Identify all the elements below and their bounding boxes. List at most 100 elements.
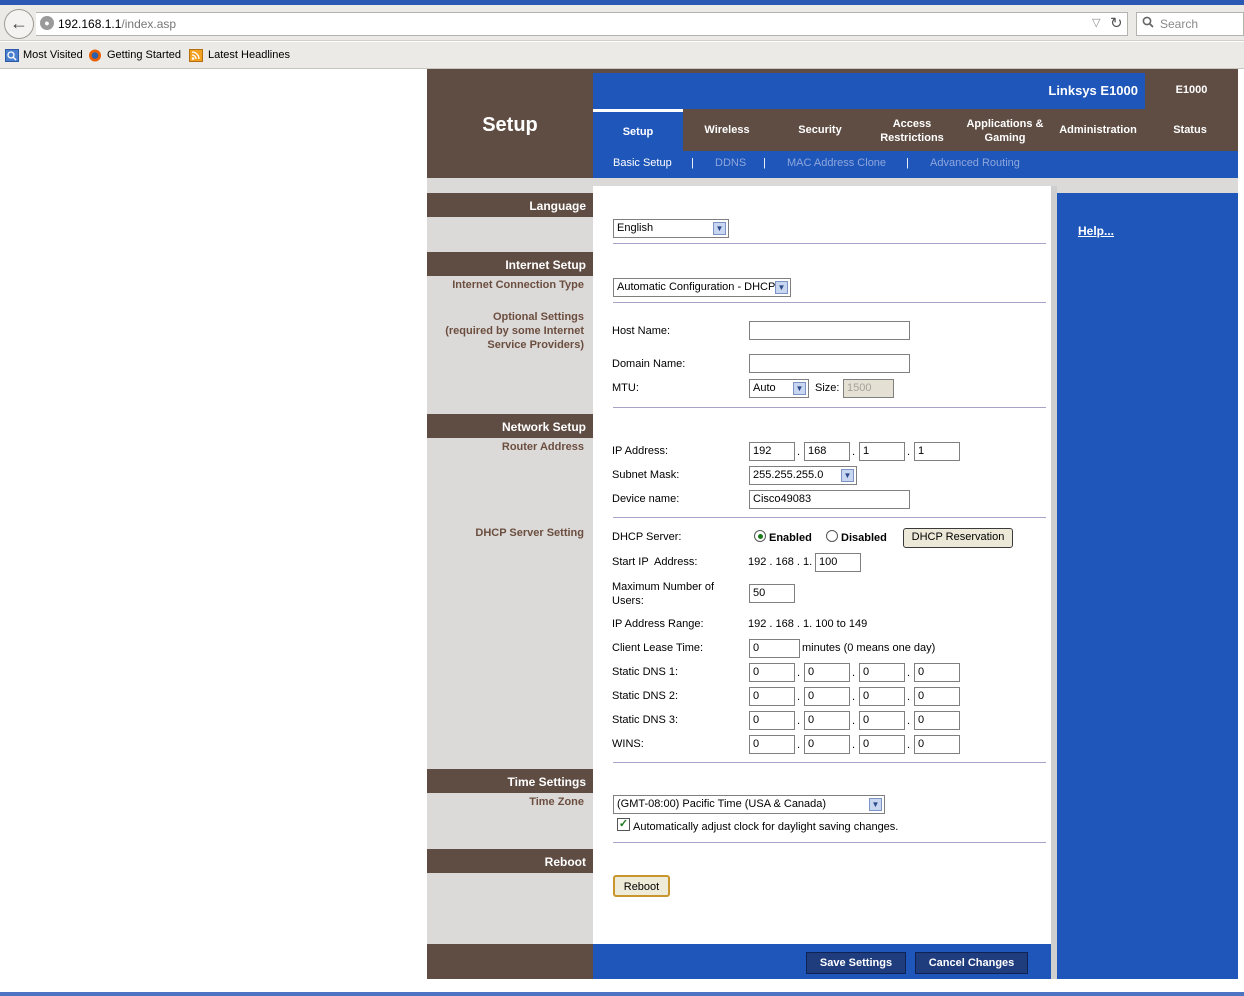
dot-separator: . xyxy=(797,691,801,703)
rss-feed-icon xyxy=(189,49,203,62)
subtab-separator: | xyxy=(763,157,766,169)
tab-security[interactable]: Security xyxy=(773,124,867,136)
url-history-dropdown-icon[interactable]: ▽ xyxy=(1092,16,1100,29)
start-ip-label: Start IP Address: xyxy=(612,556,698,568)
dot-separator: . xyxy=(852,739,856,751)
dns1-octet-4[interactable]: 0 xyxy=(914,663,960,682)
dns1-octet-1[interactable]: 0 xyxy=(749,663,795,682)
tab-setup[interactable]: Setup xyxy=(593,126,683,138)
tab-status[interactable]: Status xyxy=(1145,124,1235,136)
chevron-down-icon: ▼ xyxy=(869,798,882,811)
lease-time-input[interactable]: 0 xyxy=(749,639,800,658)
mtu-label: MTU: xyxy=(612,382,639,394)
bookmark-getting-started[interactable]: Getting Started xyxy=(107,49,181,61)
mtu-size-input: 1500 xyxy=(843,379,894,398)
site-identity-icon[interactable]: ● xyxy=(40,16,54,30)
mtu-select[interactable]: Auto ▼ xyxy=(749,379,809,398)
subtab-basic-setup[interactable]: Basic Setup xyxy=(613,157,672,169)
tab-administration[interactable]: Administration xyxy=(1053,124,1143,136)
dns2-octet-2[interactable]: 0 xyxy=(804,687,850,706)
timezone-value: (GMT-08:00) Pacific Time (USA & Canada) xyxy=(617,798,827,810)
dns3-octet-4[interactable]: 0 xyxy=(914,711,960,730)
language-select[interactable]: English ▼ xyxy=(613,219,729,238)
help-link[interactable]: Help... xyxy=(1078,224,1114,238)
subnet-mask-select[interactable]: 255.255.255.0 ▼ xyxy=(749,466,857,485)
wins-octet-3[interactable]: 0 xyxy=(859,735,905,754)
url-path: /index.asp xyxy=(121,17,177,31)
bookmark-latest-headlines[interactable]: Latest Headlines xyxy=(208,49,290,61)
subtab-mac-address-clone[interactable]: MAC Address Clone xyxy=(787,157,886,169)
dhcp-enabled-radio[interactable] xyxy=(754,530,766,542)
timezone-select[interactable]: (GMT-08:00) Pacific Time (USA & Canada) ▼ xyxy=(613,795,885,814)
domain-name-label: Domain Name: xyxy=(612,358,686,370)
back-button[interactable]: ← xyxy=(4,9,34,39)
section-title-language: Language xyxy=(529,199,586,213)
dot-separator: . xyxy=(907,715,911,727)
subnet-mask-value: 255.255.255.0 xyxy=(753,469,824,481)
wins-label: WINS: xyxy=(612,738,644,750)
dns2-octet-3[interactable]: 0 xyxy=(859,687,905,706)
ip-octet-3[interactable]: 1 xyxy=(859,442,905,461)
label-router-address: Router Address xyxy=(501,441,584,453)
tab-access-restrictions[interactable]: Access Restrictions xyxy=(867,117,957,145)
ip-address-label: IP Address: xyxy=(612,445,669,457)
wins-octet-4[interactable]: 0 xyxy=(914,735,960,754)
reload-icon[interactable]: ↻ xyxy=(1110,14,1123,32)
dhcp-reservation-button[interactable]: DHCP Reservation xyxy=(903,528,1013,548)
dns3-label: Static DNS 3: xyxy=(612,714,679,726)
label-optional-settings: Optional Settings (required by some Inte… xyxy=(445,311,584,351)
dns2-octet-4[interactable]: 0 xyxy=(914,687,960,706)
tab-applications-gaming[interactable]: Applications & Gaming xyxy=(957,117,1053,145)
dhcp-disabled-radio[interactable] xyxy=(826,530,838,542)
address-url[interactable]: 192.168.1.1/index.asp xyxy=(58,17,176,31)
dns1-label: Static DNS 1: xyxy=(612,666,679,678)
bookmarks-toolbar xyxy=(0,42,1244,69)
dns3-octet-2[interactable]: 0 xyxy=(804,711,850,730)
bottom-window-edge xyxy=(0,992,1244,996)
dns1-octet-2[interactable]: 0 xyxy=(804,663,850,682)
subtab-advanced-routing[interactable]: Advanced Routing xyxy=(930,157,1020,169)
domain-name-input[interactable] xyxy=(749,354,910,373)
dst-checkbox[interactable]: ✓ xyxy=(617,818,630,831)
chevron-down-icon: ▼ xyxy=(775,281,788,294)
subtab-separator: | xyxy=(691,157,694,169)
ip-octet-1[interactable]: 192 xyxy=(749,442,795,461)
cancel-changes-button[interactable]: Cancel Changes xyxy=(915,952,1028,974)
dot-separator: . xyxy=(797,446,801,458)
dhcp-disabled-label: Disabled xyxy=(841,532,887,544)
host-name-input[interactable] xyxy=(749,321,910,340)
url-host: 192.168.1.1 xyxy=(58,17,122,31)
back-arrow-icon: ← xyxy=(10,13,28,33)
address-bar[interactable] xyxy=(36,12,1128,36)
wins-octet-2[interactable]: 0 xyxy=(804,735,850,754)
start-ip-input[interactable]: 100 xyxy=(815,553,861,572)
device-name-input[interactable]: Cisco49083 xyxy=(749,490,910,509)
subtab-ddns[interactable]: DDNS xyxy=(715,157,746,169)
tab-wireless[interactable]: Wireless xyxy=(683,124,771,136)
bookmark-most-visited[interactable]: Most Visited xyxy=(23,49,83,61)
ip-octet-2[interactable]: 168 xyxy=(804,442,850,461)
reboot-button[interactable]: Reboot xyxy=(613,875,670,897)
mtu-value: Auto xyxy=(753,382,776,394)
max-users-input[interactable]: 50 xyxy=(749,584,795,603)
firefox-icon xyxy=(89,49,101,62)
dns3-octet-1[interactable]: 0 xyxy=(749,711,795,730)
dot-separator: . xyxy=(852,667,856,679)
wins-octet-1[interactable]: 0 xyxy=(749,735,795,754)
search-placeholder: Search xyxy=(1160,17,1199,31)
dot-separator: . xyxy=(852,446,856,458)
dot-separator: . xyxy=(852,715,856,727)
dns2-octet-1[interactable]: 0 xyxy=(749,687,795,706)
dns1-octet-3[interactable]: 0 xyxy=(859,663,905,682)
ip-octet-4[interactable]: 1 xyxy=(914,442,960,461)
host-name-label: Host Name: xyxy=(612,325,671,337)
connection-type-select[interactable]: Automatic Configuration - DHCP ▼ xyxy=(613,278,791,297)
dot-separator: . xyxy=(797,715,801,727)
dns3-octet-3[interactable]: 0 xyxy=(859,711,905,730)
chevron-down-icon: ▼ xyxy=(713,222,726,235)
divider xyxy=(613,842,1046,843)
divider xyxy=(613,302,1046,303)
size-label: Size: xyxy=(815,382,840,394)
save-settings-button[interactable]: Save Settings xyxy=(806,952,906,974)
device-name-label: Device name: xyxy=(612,493,680,505)
